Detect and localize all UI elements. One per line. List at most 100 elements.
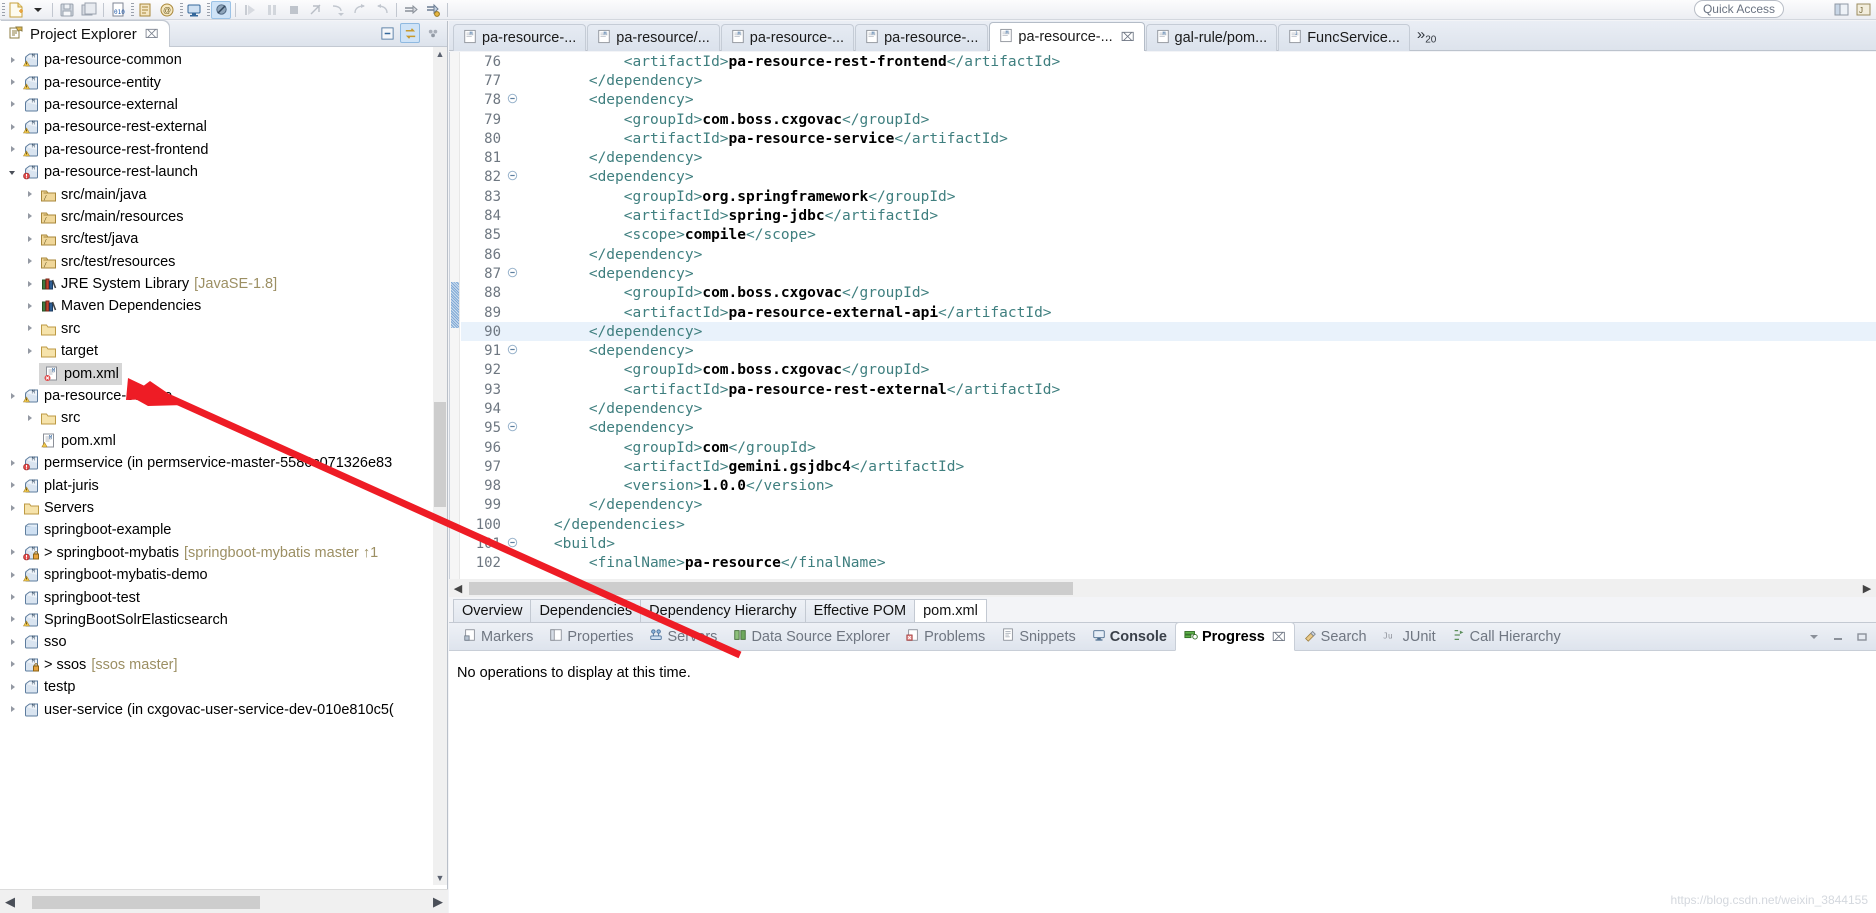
tree-item[interactable]: M > springboot-mybatis [springboot-mybatis… bbox=[0, 542, 433, 564]
tree-item[interactable]: M SpringBootSolrElasticsearch bbox=[0, 609, 433, 631]
tree-item[interactable]: Mspringboot-test bbox=[0, 586, 433, 608]
code-line[interactable]: 101 <build> bbox=[461, 534, 1876, 553]
code-line[interactable]: 80 <artifactId>pa-resource-service</arti… bbox=[461, 129, 1876, 148]
step-into-icon[interactable] bbox=[328, 1, 348, 19]
bottom-view-close-icon[interactable]: ⌧ bbox=[1272, 630, 1286, 644]
chevron-down-icon[interactable] bbox=[8, 167, 19, 178]
code-line[interactable]: 94 </dependency> bbox=[461, 399, 1876, 418]
code-line[interactable]: 99 </dependency> bbox=[461, 496, 1876, 515]
quick-access-input[interactable]: Quick Access bbox=[1693, 0, 1784, 18]
bottom-view-tab[interactable]: Problems bbox=[898, 623, 993, 651]
step-over-icon[interactable] bbox=[350, 1, 370, 19]
new-java-class-icon[interactable] bbox=[135, 1, 155, 19]
close-icon[interactable]: ⌧ bbox=[145, 27, 159, 41]
tree-item[interactable]: Mpom.xml bbox=[0, 430, 433, 452]
fold-collapse-icon[interactable] bbox=[505, 421, 519, 435]
tab-project-explorer[interactable]: Project Explorer ⌧ bbox=[0, 21, 169, 47]
code-line[interactable]: 100 </dependencies> bbox=[461, 515, 1876, 534]
tree-item[interactable]: Mpermservice (in permservice-master-5586… bbox=[0, 452, 433, 474]
bottom-view-tab[interactable]: Data Source Explorer bbox=[725, 623, 898, 651]
save-all-icon[interactable] bbox=[79, 1, 99, 19]
external-tools-icon[interactable] bbox=[423, 1, 443, 19]
vscroll-thumb[interactable] bbox=[434, 402, 446, 507]
save-icon[interactable] bbox=[57, 1, 77, 19]
code-line[interactable]: 92 <groupId>com.boss.cxgovac</groupId> bbox=[461, 361, 1876, 380]
tree-item[interactable]: Msso bbox=[0, 631, 433, 653]
editor-scroll-right-icon[interactable]: ▶ bbox=[1858, 579, 1876, 597]
fold-collapse-icon[interactable] bbox=[505, 344, 519, 358]
chevron-right-icon[interactable] bbox=[25, 323, 36, 334]
chevron-right-icon[interactable] bbox=[8, 55, 19, 66]
open-console-icon[interactable] bbox=[184, 1, 204, 19]
tree-item[interactable]: / src/test/java bbox=[0, 228, 433, 250]
bottom-view-menu-icon[interactable] bbox=[1804, 627, 1824, 647]
chevron-right-icon[interactable] bbox=[8, 659, 19, 670]
code-line[interactable]: 87 <dependency> bbox=[461, 264, 1876, 283]
chevron-right-icon[interactable] bbox=[25, 234, 36, 245]
bottom-minimize-icon[interactable] bbox=[1828, 627, 1848, 647]
editor-tab[interactable]: J FuncService... bbox=[1278, 24, 1410, 51]
code-line[interactable]: 84 <artifactId>spring-jdbc</artifactId> bbox=[461, 206, 1876, 225]
tree-item[interactable]: target bbox=[0, 340, 433, 362]
code-line[interactable]: 88 <groupId>com.boss.cxgovac</groupId> bbox=[461, 284, 1876, 303]
scroll-right-icon[interactable]: ▶ bbox=[428, 891, 448, 913]
new-wizard-icon[interactable] bbox=[6, 1, 26, 19]
chevron-right-icon[interactable] bbox=[8, 592, 19, 603]
tree-item[interactable]: / src/main/resources bbox=[0, 206, 433, 228]
tree-item[interactable]: Mpa-resource-external bbox=[0, 94, 433, 116]
terminate-icon[interactable] bbox=[284, 1, 304, 19]
project-tree[interactable]: Mpa-resource-common Mpa-resource-entity … bbox=[0, 47, 433, 885]
tree-item[interactable]: Muser-service (in cxgovac-user-service-d… bbox=[0, 698, 433, 720]
editor-hscroll-thumb[interactable] bbox=[469, 582, 1073, 595]
editor-tab-close-icon[interactable]: ⌧ bbox=[1121, 30, 1135, 44]
pom-form-tab[interactable]: Dependency Hierarchy bbox=[640, 599, 806, 622]
new-dropdown-icon[interactable] bbox=[28, 1, 48, 19]
chevron-right-icon[interactable] bbox=[8, 480, 19, 491]
perspective-java-icon[interactable]: J bbox=[1854, 1, 1874, 19]
pom-form-tab[interactable]: Dependencies bbox=[530, 599, 642, 622]
code-line[interactable]: 95 <dependency> bbox=[461, 419, 1876, 438]
code-line[interactable]: 76 <artifactId>pa-resource-rest-frontend… bbox=[461, 52, 1876, 71]
chevron-right-icon[interactable] bbox=[8, 682, 19, 693]
bottom-view-tab[interactable]: Properties bbox=[541, 623, 641, 651]
tree-item[interactable]: M > ssos [ssos master] bbox=[0, 654, 433, 676]
collapse-all-icon[interactable] bbox=[377, 23, 397, 43]
chevron-right-icon[interactable] bbox=[25, 211, 36, 222]
tree-item[interactable]: Mpom.xml bbox=[0, 362, 433, 385]
tree-item[interactable]: Mspringboot-mybatis-demo bbox=[0, 564, 433, 586]
tree-item[interactable]: Mtestp bbox=[0, 676, 433, 698]
open-perspective-icon[interactable] bbox=[1832, 1, 1852, 19]
tree-item[interactable]: Mpa-resource-entity bbox=[0, 71, 433, 93]
editor-tab[interactable]: Mpa-resource-... ⌧ bbox=[989, 22, 1145, 51]
hscroll-track[interactable] bbox=[20, 893, 428, 910]
chevron-right-icon[interactable] bbox=[25, 279, 36, 290]
more-editor-tabs-icon[interactable]: »20 bbox=[1417, 26, 1436, 46]
code-view[interactable]: 76 <artifactId>pa-resource-rest-frontend… bbox=[461, 52, 1876, 579]
chevron-right-icon[interactable] bbox=[25, 413, 36, 424]
bottom-view-tab[interactable]: Search bbox=[1295, 623, 1375, 651]
code-line[interactable]: 78 <dependency> bbox=[461, 91, 1876, 110]
tree-item[interactable]: Mpa-resource-rest-external bbox=[0, 116, 433, 138]
chevron-right-icon[interactable] bbox=[8, 704, 19, 715]
bottom-maximize-icon[interactable] bbox=[1852, 627, 1872, 647]
bottom-view-tab[interactable]: Snippets bbox=[993, 623, 1083, 651]
bottom-view-tab[interactable]: Call Hierarchy bbox=[1444, 623, 1569, 651]
code-line[interactable]: 81 </dependency> bbox=[461, 148, 1876, 167]
code-line[interactable]: 93 <artifactId>pa-resource-rest-external… bbox=[461, 380, 1876, 399]
pom-form-tab[interactable]: pom.xml bbox=[914, 599, 987, 622]
editor-tab[interactable]: Mpa-resource-... bbox=[453, 24, 587, 51]
code-line[interactable]: 98 <version>1.0.0</version> bbox=[461, 477, 1876, 496]
suspend-icon[interactable] bbox=[262, 1, 282, 19]
scroll-left-icon[interactable]: ◀ bbox=[0, 891, 20, 913]
tree-item[interactable]: JRE System Library [JavaSE-1.8] bbox=[0, 273, 433, 295]
tree-item[interactable]: / src/main/java bbox=[0, 183, 433, 205]
code-line[interactable]: 82 <dependency> bbox=[461, 168, 1876, 187]
tree-item[interactable]: / src/test/resources bbox=[0, 251, 433, 273]
chevron-right-icon[interactable] bbox=[8, 570, 19, 581]
bottom-view-tab[interactable]: Ju JUnit bbox=[1375, 623, 1444, 651]
skip-breakpoints-icon[interactable] bbox=[211, 0, 231, 19]
new-file-010-icon[interactable]: 010 bbox=[108, 1, 128, 19]
tree-item[interactable]: Mplat-juris bbox=[0, 474, 433, 496]
bottom-view-tab[interactable]: Console bbox=[1084, 623, 1175, 651]
code-line[interactable]: 77 </dependency> bbox=[461, 71, 1876, 90]
